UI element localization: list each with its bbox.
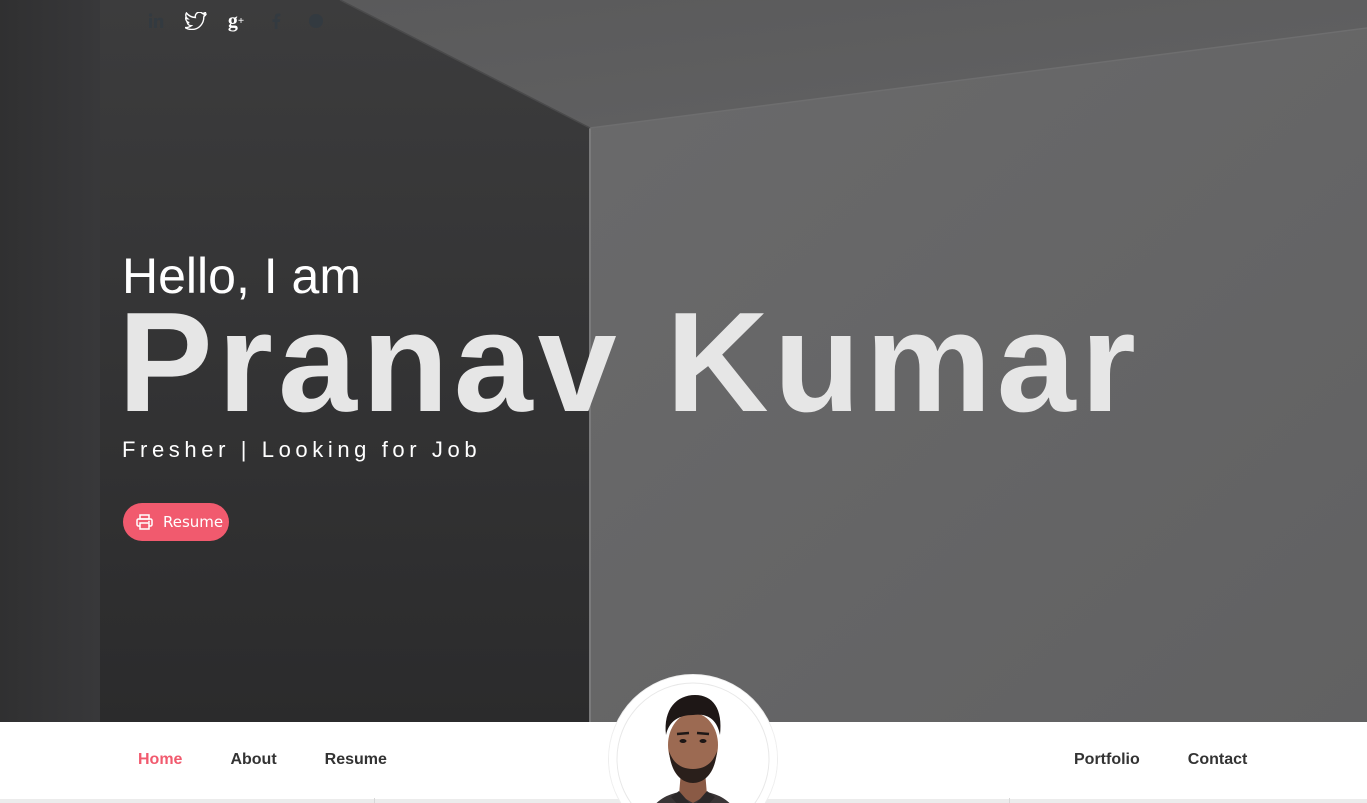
google-plus-glyph: g — [227, 9, 238, 32]
hero-name: Pranav Kumar — [118, 283, 1141, 442]
nav-item-about[interactable]: About — [230, 751, 276, 769]
resume-button[interactable]: Resume — [123, 503, 229, 541]
social-links: g + — [136, 8, 336, 34]
nav-divider — [1009, 798, 1010, 803]
facebook-icon[interactable] — [256, 8, 296, 34]
nav-item-home[interactable]: Home — [138, 751, 182, 769]
nav-divider — [374, 798, 375, 803]
nav-left-group: Home About Resume — [138, 722, 387, 798]
nav-right-group: Portfolio Contact — [1074, 722, 1247, 798]
portfolio-page: g + Hello, I am Pranav Kumar Fresher | Lo… — [0, 0, 1367, 803]
nav-item-contact[interactable]: Contact — [1188, 751, 1248, 769]
skype-icon[interactable] — [296, 8, 336, 34]
google-plus-sup: + — [237, 15, 245, 27]
google-plus-icon[interactable]: g + — [216, 8, 256, 34]
profile-photo — [609, 675, 777, 803]
hero-tagline: Fresher | Looking for Job — [122, 437, 482, 462]
nav-item-portfolio[interactable]: Portfolio — [1074, 751, 1140, 769]
linkedin-icon[interactable] — [136, 8, 176, 34]
hero-section: g + Hello, I am Pranav Kumar Fresher | Lo… — [0, 0, 1367, 722]
profile-avatar[interactable] — [609, 675, 777, 803]
resume-button-label: Resume — [163, 513, 224, 531]
printer-icon — [136, 514, 153, 530]
twitter-icon[interactable] — [176, 8, 216, 34]
nav-item-resume[interactable]: Resume — [325, 751, 387, 769]
